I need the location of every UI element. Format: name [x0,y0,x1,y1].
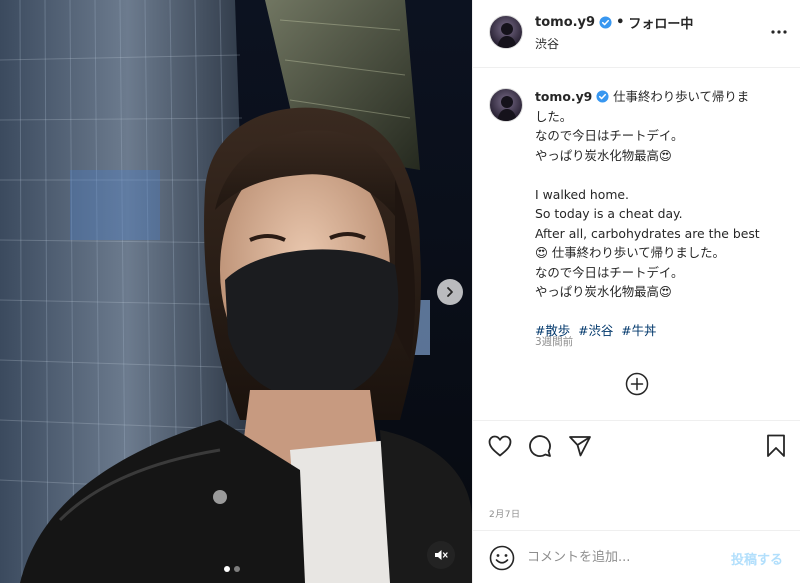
hashtag-link[interactable]: #牛丼 [621,323,656,338]
caption-username[interactable]: tomo.y9 [535,89,592,104]
post-caption: tomo.y9 仕事終わり歩いて帰りま した。 なので今日はチートデイ。 やっぱ… [535,87,785,341]
next-slide-button[interactable] [437,279,463,305]
comment-button[interactable] [527,433,553,459]
comment-input[interactable] [527,546,717,568]
slide-dot-active [224,566,230,572]
chevron-right-icon [447,287,453,297]
username-link[interactable]: tomo.y9 [535,15,595,30]
share-icon [569,436,591,457]
caption-text-line: So today is a cheat day. [535,206,683,221]
share-button[interactable] [567,433,593,459]
emoji-button[interactable] [489,545,515,571]
bookmark-icon [767,434,785,457]
caption-text-line: After all, carbohydrates are the best [535,225,760,241]
caption-text-line: 仕事終わり歩いて帰りま [613,89,750,104]
caption-text-line: なので今日はチートデイ。 [535,128,684,143]
separator: • [616,15,625,30]
post-header: tomo.y9 • フォロー中 渋谷 [473,0,800,68]
avatar[interactable] [489,15,523,49]
more-options-icon [771,30,787,34]
hashtag-link[interactable]: #渋谷 [578,323,613,338]
slide-dot [234,566,240,572]
heart-icon [488,435,512,457]
post-detail-panel: tomo.y9 • フォロー中 渋谷 tomo.y9 仕事終わり歩いて帰りま し… [472,0,800,583]
caption-text-line: やっぱり炭水化物最高😍 [535,147,672,163]
selfie-photo [0,0,472,583]
avatar-silhouette [497,23,517,48]
speaker-muted-icon [435,550,448,560]
caption-avatar[interactable] [489,88,523,122]
load-more-comments-button[interactable] [625,372,649,396]
comment-form: 投稿する [473,530,800,583]
comment-icon [529,435,551,457]
caption-timestamp[interactable]: 3週間前 [535,334,573,349]
caption-first-line: tomo.y9 仕事終わり歩いて帰りま [535,87,785,107]
post-comment-button[interactable]: 投稿する [731,549,783,568]
save-button[interactable] [763,433,789,459]
header-user-row: tomo.y9 • フォロー中 [535,13,693,32]
verified-badge-icon [599,16,612,29]
caption-text-line: やっぱり炭水化物最高😍 [535,284,672,299]
avatar-silhouette [497,96,517,121]
caption-text-line: なので今日はチートデイ。 [535,264,684,280]
action-bar [473,420,800,472]
follow-status-button[interactable]: フォロー中 [628,13,693,32]
caption-text-line: した。 [535,108,573,124]
location-link[interactable]: 渋谷 [535,35,559,52]
slide-indicator [224,566,240,572]
emoji-icon [489,545,515,571]
add-circle-icon [625,372,649,396]
mute-toggle-button[interactable] [427,541,455,569]
verified-badge-icon [596,90,609,103]
caption-text-line: 😍 仕事終わり歩いて帰りました。 [535,245,725,260]
like-button[interactable] [487,433,513,459]
more-options-button[interactable] [767,22,791,42]
post-date[interactable]: 2月7日 [489,507,520,520]
post-media[interactable] [0,0,472,583]
caption-text-line: I walked home. [535,186,629,202]
